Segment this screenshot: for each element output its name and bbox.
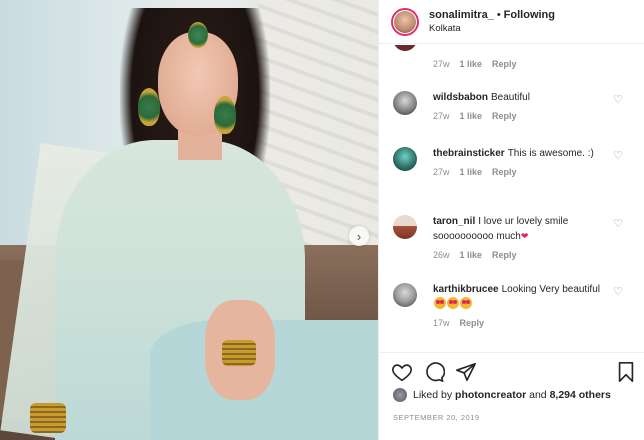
commenter-avatar[interactable] (393, 147, 417, 171)
comment-content: This is awesome. :) (507, 148, 594, 159)
comment-likes[interactable]: 1 like (460, 59, 483, 69)
bookmark-icon[interactable] (615, 361, 637, 383)
likes-summary: Liked by photoncreator and 8,294 others (393, 388, 611, 402)
post-header: sonalimitra_ • Following Kolkata (379, 0, 644, 44)
comment-content: Beautiful (491, 92, 530, 103)
comment-item: thebrainsticker This is awesome. :) ♡ 27w… (393, 147, 633, 177)
bangles-left (30, 403, 66, 433)
comment-item: karthikbrucee Looking Very beautiful ♡ 17… (393, 283, 633, 328)
commenter-avatar[interactable] (393, 215, 417, 239)
reply-button[interactable]: Reply (492, 250, 517, 260)
comment-item: 27w 1 like Reply (393, 45, 633, 69)
comment-username[interactable]: taron_nil (433, 216, 475, 227)
chevron-right-icon: › (356, 228, 362, 244)
comment-item: taron_nil I love ur lovely smile sooooooo… (393, 215, 633, 260)
profile-avatar[interactable] (391, 7, 419, 36)
comment-text: taron_nil I love ur lovely smile sooooooo… (433, 215, 605, 244)
comment-meta: 27w 1 like Reply (433, 167, 633, 177)
earring-right (214, 96, 236, 134)
reply-button[interactable]: Reply (492, 59, 517, 69)
heart-icon[interactable]: ♡ (613, 217, 623, 230)
heart-eyes-emoji (434, 297, 446, 309)
heart-icon[interactable]: ♡ (613, 149, 623, 162)
maang-tikka (188, 22, 208, 48)
commenter-avatar[interactable] (393, 91, 417, 115)
comment-likes[interactable]: 1 like (460, 167, 483, 177)
commenter-avatar[interactable] (393, 283, 417, 307)
comment-age: 17w (433, 318, 450, 328)
red-heart-emoji: ❤ (520, 231, 529, 241)
comment-age: 27w (433, 167, 450, 177)
likes-prefix: Liked by (413, 389, 453, 401)
comment-likes[interactable]: 1 like (460, 250, 483, 260)
earring-left (138, 88, 160, 126)
following-button[interactable]: Following (504, 9, 555, 21)
commenter-avatar[interactable] (393, 45, 417, 51)
header-line: sonalimitra_ • Following (429, 9, 555, 21)
post-side-panel: sonalimitra_ • Following Kolkata 27w 1 lik… (378, 0, 644, 440)
comment-text: karthikbrucee Looking Very beautiful (433, 283, 605, 312)
heart-eyes-emoji (460, 297, 472, 309)
bangles (222, 340, 256, 366)
avatar-image (394, 10, 416, 33)
reply-button[interactable]: Reply (492, 167, 517, 177)
heart-icon[interactable] (391, 361, 413, 383)
comment-age: 26w (433, 250, 450, 260)
reply-button[interactable]: Reply (492, 111, 517, 121)
comment-age: 27w (433, 59, 450, 69)
likes-middle: and (529, 389, 547, 401)
heart-icon[interactable]: ♡ (613, 285, 623, 298)
heart-icon[interactable]: ♡ (613, 93, 623, 106)
comment-meta: 26w 1 like Reply (433, 250, 633, 260)
post-date: SEPTEMBER 20, 2019 (393, 413, 480, 422)
post-photo[interactable]: › (0, 0, 378, 440)
comment-icon[interactable] (423, 361, 445, 383)
comment-content: Looking Very beautiful (501, 284, 600, 295)
location-link[interactable]: Kolkata (429, 23, 555, 34)
comments-list[interactable]: 27w 1 like Reply wildsbabon Beautiful ♡ 2… (379, 45, 644, 351)
comment-likes[interactable]: 1 like (460, 111, 483, 121)
comment-username[interactable]: wildsbabon (433, 92, 488, 103)
liker-avatar (393, 388, 407, 402)
action-bar (379, 352, 644, 390)
next-photo-button[interactable]: › (349, 226, 369, 246)
comment-meta: 17w Reply (433, 318, 633, 328)
comment-text: thebrainsticker This is awesome. :) (433, 147, 605, 161)
comment-item: wildsbabon Beautiful ♡ 27w 1 like Reply (393, 91, 633, 121)
send-icon[interactable] (455, 361, 477, 383)
header-text: sonalimitra_ • Following Kolkata (429, 9, 555, 34)
comment-age: 27w (433, 111, 450, 121)
likes-count[interactable]: 8,294 others (550, 389, 611, 401)
heart-eyes-emoji (447, 297, 459, 309)
reply-button[interactable]: Reply (460, 318, 485, 328)
liker-username[interactable]: photoncreator (455, 389, 526, 401)
comment-username[interactable]: thebrainsticker (433, 148, 505, 159)
separator-dot: • (496, 9, 501, 21)
comment-meta: 27w 1 like Reply (433, 111, 633, 121)
username-link[interactable]: sonalimitra_ (429, 9, 494, 21)
comment-text: wildsbabon Beautiful (433, 91, 605, 105)
comment-meta: 27w 1 like Reply (433, 59, 633, 69)
comment-username[interactable]: karthikbrucee (433, 284, 499, 295)
